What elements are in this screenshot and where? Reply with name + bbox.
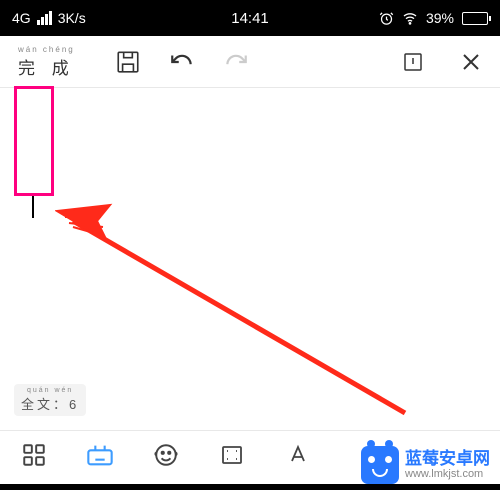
emoji-button[interactable]: [152, 441, 180, 469]
done-label: 完 成: [18, 54, 75, 79]
watermark-title: 蓝莓安卓网: [405, 450, 490, 469]
watermark-logo-icon: [361, 446, 399, 484]
word-count-pinyin: quán wén: [27, 387, 73, 394]
network-type: 4G: [12, 10, 31, 26]
watermark-url: www.lmkjst.com: [405, 468, 490, 480]
editor-canvas[interactable]: [0, 88, 500, 424]
text-format-button[interactable]: [284, 441, 312, 469]
image-button[interactable]: [218, 441, 246, 469]
highlight-annotation: [14, 86, 54, 196]
signal-icon: [37, 11, 52, 25]
battery-icon: [462, 12, 488, 25]
save-button[interactable]: [115, 49, 141, 75]
close-button[interactable]: [458, 49, 484, 75]
wifi-icon: [402, 10, 418, 26]
word-count-text: 全文：6: [21, 394, 79, 413]
watermark: 蓝莓安卓网 www.lmkjst.com: [361, 446, 490, 484]
word-count-badge[interactable]: quán wén 全文：6: [14, 384, 86, 416]
undo-button[interactable]: [169, 49, 195, 75]
status-left: 4G 3K/s: [12, 10, 86, 26]
editor-toolbar: wán chéng 完 成: [0, 36, 500, 88]
apps-button[interactable]: [20, 441, 48, 469]
done-button[interactable]: wán chéng 完 成: [8, 45, 85, 79]
arrow-annotation: [55, 193, 415, 423]
status-right: 39%: [379, 10, 488, 26]
battery-percent: 39%: [426, 10, 454, 26]
redo-button[interactable]: [223, 49, 249, 75]
status-bar: 4G 3K/s 14:41 39%: [0, 0, 500, 36]
frame-edge: [0, 484, 500, 490]
alarm-icon: [379, 11, 394, 26]
keyboard-button[interactable]: [86, 441, 114, 469]
info-button[interactable]: [400, 49, 426, 75]
status-time: 14:41: [231, 10, 269, 27]
text-cursor: [32, 196, 34, 218]
done-pinyin: wán chéng: [18, 45, 75, 54]
network-speed: 3K/s: [58, 10, 86, 26]
